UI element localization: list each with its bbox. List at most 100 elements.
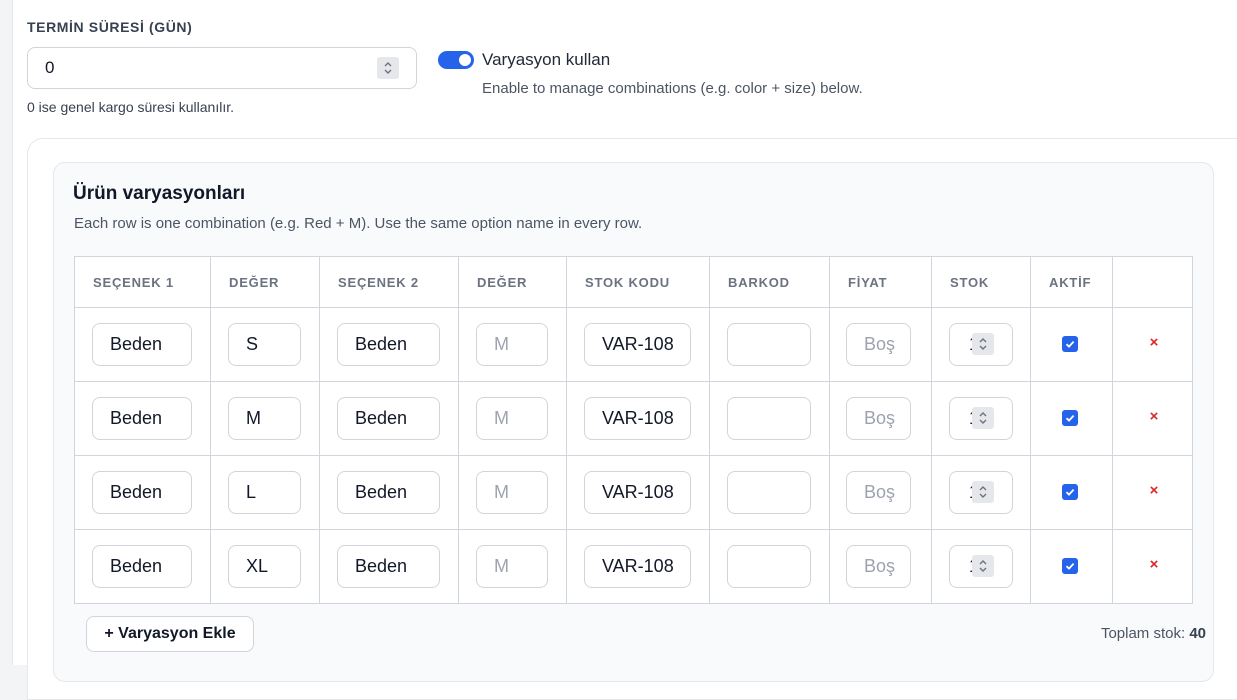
sku-input[interactable] [585,546,690,587]
barcode-input[interactable] [728,324,810,365]
option1-cell [74,307,211,382]
value1-input[interactable] [229,546,300,587]
option2-cell [319,307,459,382]
column-header [1112,256,1193,308]
value2-input[interactable] [477,546,547,587]
sku-cell [566,307,710,382]
total-stock-label: Toplam stok: [1100,625,1186,642]
option2-input[interactable] [338,398,439,439]
termin-hint: 0 ise genel kargo süresi kullanılır. [27,99,234,115]
delete-cell: × [1112,381,1193,456]
stock-cell [931,455,1031,530]
sku-cell [566,381,710,456]
add-variant-button[interactable]: + Varyasyon Ekle [86,616,254,652]
value2-cell [458,529,567,604]
option1-input[interactable] [93,398,191,439]
price-cell [829,455,932,530]
barcode-input[interactable] [728,546,810,587]
barcode-cell [709,381,830,456]
close-icon[interactable]: × [1148,557,1160,572]
barcode-input[interactable] [728,398,810,439]
close-icon[interactable]: × [1148,409,1160,424]
value2-input[interactable] [477,324,547,365]
price-input[interactable] [847,546,910,587]
active-checkbox[interactable] [1062,410,1078,426]
active-checkbox[interactable] [1062,336,1078,352]
stock-cell [931,307,1031,382]
variation-toggle-description: Enable to manage combinations (e.g. colo… [482,80,863,97]
chevron-up-down-icon[interactable] [377,57,399,79]
variation-toggle-label: Varyasyon kullan [482,50,611,69]
value1-cell [210,529,320,604]
option1-input[interactable] [93,324,191,365]
price-cell [829,529,932,604]
option2-cell [319,455,459,530]
price-input[interactable] [847,398,910,439]
option2-input[interactable] [338,546,439,587]
value2-input[interactable] [477,398,547,439]
column-header: SEÇENEK 1 [74,256,211,308]
table-row: × [74,381,1193,456]
termin-input[interactable] [28,48,385,88]
sku-cell [566,455,710,530]
value1-cell [210,455,320,530]
value1-input[interactable] [229,398,300,439]
option2-cell [319,529,459,604]
active-cell [1030,381,1113,456]
variants-table: SEÇENEK 1 DEĞER SEÇENEK 2 DEĞER STOK KOD… [74,256,1193,604]
option1-input[interactable] [93,546,191,587]
sku-cell [566,529,710,604]
option2-input[interactable] [338,472,439,513]
price-cell [829,381,932,456]
barcode-input[interactable] [728,472,810,513]
close-icon[interactable]: × [1148,335,1160,350]
column-header: STOK [931,256,1031,308]
option1-cell [74,381,211,456]
option2-input[interactable] [338,324,439,365]
toggle-knob [459,54,471,66]
chevron-up-down-icon[interactable] [972,481,994,503]
delete-cell: × [1112,455,1193,530]
sku-input[interactable] [585,398,690,439]
option1-cell [74,529,211,604]
stock-cell [931,381,1031,456]
value2-input[interactable] [477,472,547,513]
column-header: STOK KODU [566,256,710,308]
chevron-up-down-icon[interactable] [972,555,994,577]
value1-input[interactable] [229,472,300,513]
table-header-row: SEÇENEK 1 DEĞER SEÇENEK 2 DEĞER STOK KOD… [74,256,1193,308]
value1-cell [210,381,320,456]
value1-cell [210,307,320,382]
option1-cell [74,455,211,530]
price-cell [829,307,932,382]
chevron-up-down-icon[interactable] [972,333,994,355]
termin-field[interactable] [27,47,417,89]
termin-label: TERMİN SÜRESİ (GÜN) [27,19,193,35]
value2-cell [458,307,567,382]
option1-input[interactable] [93,472,191,513]
chevron-up-down-icon[interactable] [972,407,994,429]
barcode-cell [709,529,830,604]
total-stock: Toplam stok: 40 [1101,625,1206,642]
price-input[interactable] [847,472,910,513]
active-checkbox[interactable] [1062,484,1078,500]
table-row: × [74,529,1193,604]
active-checkbox[interactable] [1062,558,1078,574]
value2-cell [458,455,567,530]
active-cell [1030,307,1113,382]
close-icon[interactable]: × [1148,483,1160,498]
variants-title: Ürün varyasyonları [73,183,246,204]
checkmark-icon [1064,338,1076,350]
column-header: DEĞER [210,256,320,308]
column-header: AKTİF [1030,256,1113,308]
variants-description: Each row is one combination (e.g. Red + … [74,215,643,232]
option2-cell [319,381,459,456]
value1-input[interactable] [229,324,300,365]
sku-input[interactable] [585,324,690,365]
sku-input[interactable] [585,472,690,513]
active-cell [1030,455,1113,530]
variation-toggle[interactable] [438,51,474,69]
column-header: SEÇENEK 2 [319,256,459,308]
price-input[interactable] [847,324,910,365]
column-header: FİYAT [829,256,932,308]
